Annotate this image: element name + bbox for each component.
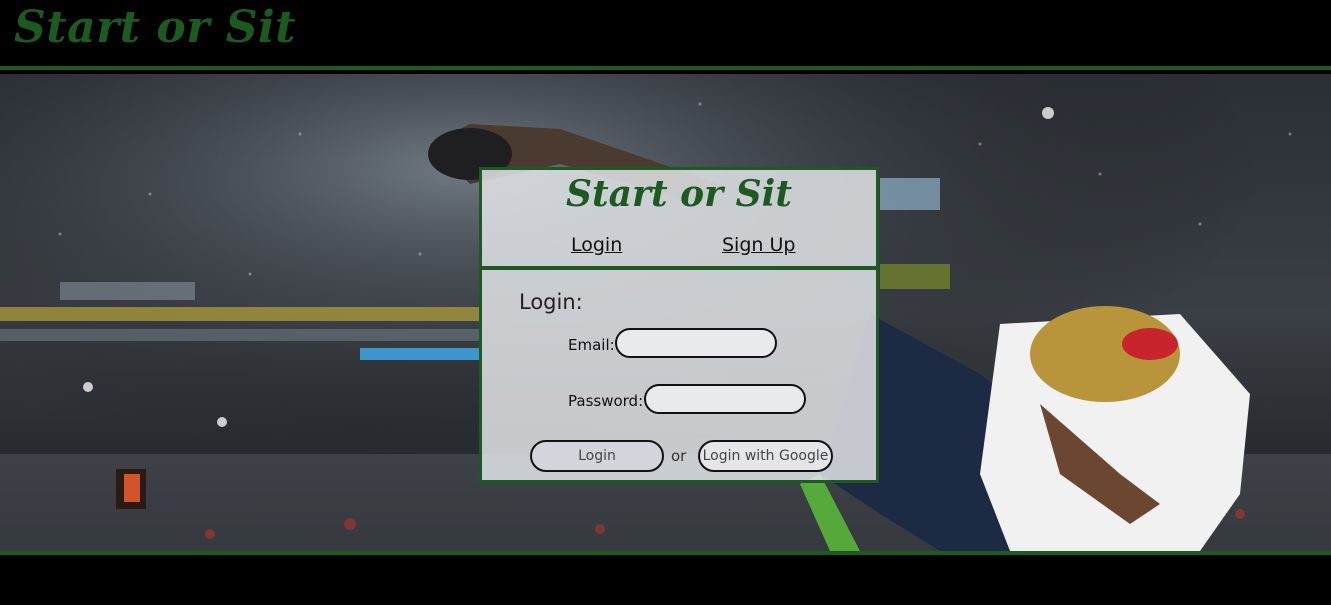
tab-login[interactable]: Login [571,234,622,256]
card-brand-title: Start or Sit [566,173,792,215]
top-header: Start or Sit [0,0,1331,70]
page-footer [0,555,1331,605]
login-button[interactable]: Login [530,440,664,472]
login-with-google-button[interactable]: Login with Google [698,440,833,472]
or-separator: or [671,447,687,465]
password-label: Password: [568,392,644,410]
auth-card: Start or Sit Login Sign Up Login: Email:… [479,167,879,483]
auth-card-header: Start or Sit Login Sign Up [482,170,876,270]
tab-sign-up[interactable]: Sign Up [722,234,795,256]
password-field[interactable] [644,384,806,414]
email-field[interactable] [615,328,777,358]
site-logo-title[interactable]: Start or Sit [14,2,296,53]
login-form-title: Login: [519,290,583,314]
email-label: Email: [568,336,615,354]
